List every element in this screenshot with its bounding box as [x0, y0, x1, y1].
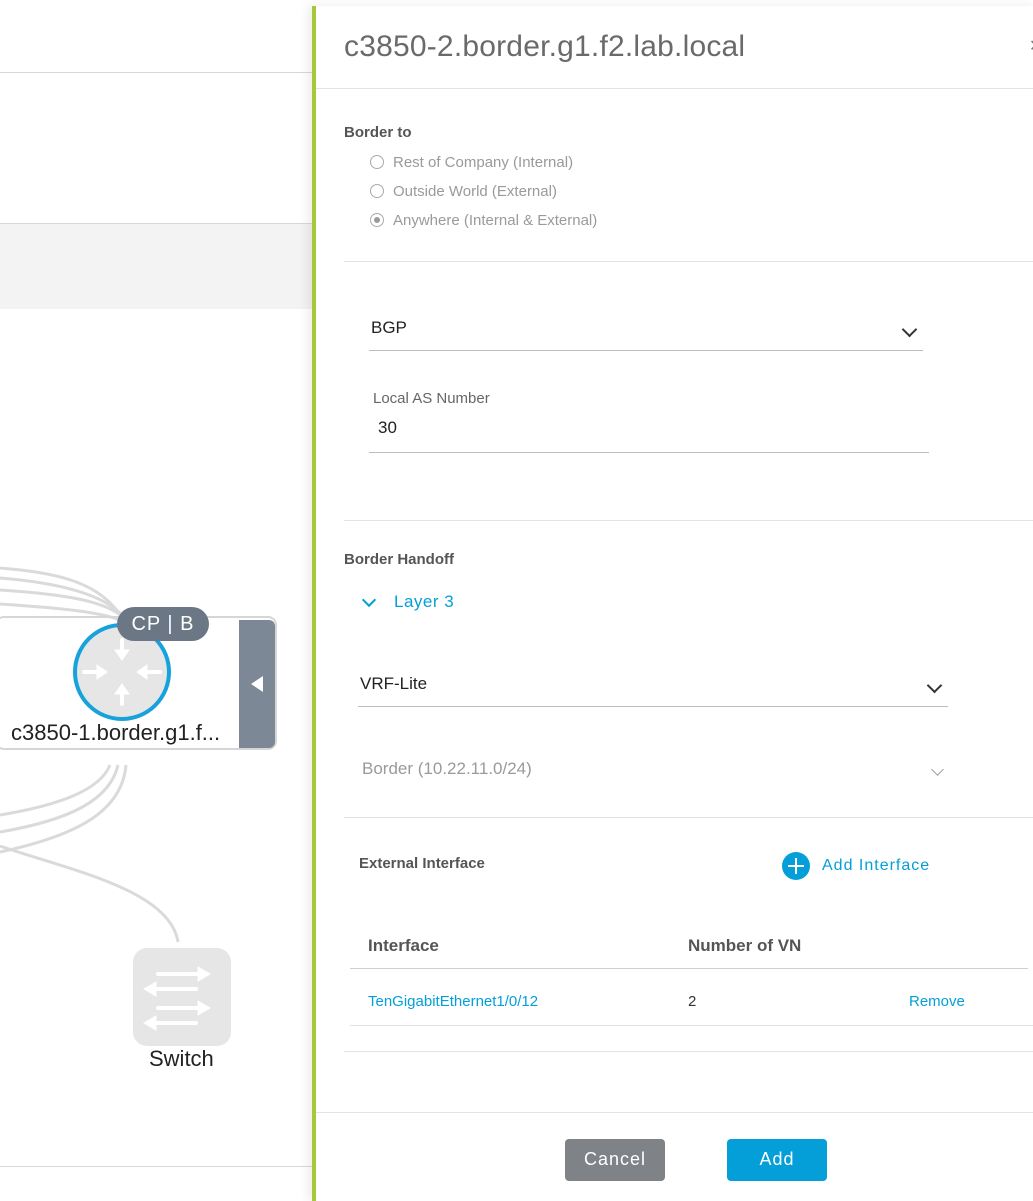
radio-circle-selected[interactable] [370, 213, 384, 227]
topology-links [0, 566, 277, 1046]
chevron-down-icon [926, 677, 943, 694]
border-pool-select: Border (10.22.11.0/24) [360, 753, 950, 791]
switch-icon [133, 948, 231, 1046]
add-interface-button[interactable]: Add Interface [782, 852, 930, 880]
radio-circle[interactable] [370, 155, 384, 169]
add-interface-label: Add Interface [822, 857, 931, 874]
divider [350, 1025, 1033, 1026]
radio-circle[interactable] [370, 184, 384, 198]
layer3-expander[interactable]: Layer 3 [361, 592, 455, 612]
node-role-badge: CP | B [117, 607, 209, 641]
external-interface-label: External Interface [359, 855, 485, 872]
topology-canvas[interactable]: CP | B c3850-1.border.g1.f... Switch [0, 0, 312, 1201]
border-pool-value: Border (10.22.11.0/24) [362, 759, 532, 778]
radio-outside-world[interactable]: Outside World (External) [370, 180, 557, 202]
chevron-down-icon [901, 321, 918, 338]
radio-rest-of-company[interactable]: Rest of Company (Internal) [370, 151, 573, 173]
divider [344, 1051, 1033, 1052]
collapse-toggle[interactable] [239, 620, 275, 748]
plus-icon [782, 852, 810, 880]
radio-label: Anywhere (Internal & External) [393, 211, 598, 229]
panel-title: c3850-2.border.g1.f2.lab.local [344, 30, 746, 63]
handoff-type-value: VRF-Lite [360, 674, 428, 693]
local-as-value: 30 [378, 418, 397, 437]
radio-anywhere[interactable]: Anywhere (Internal & External) [370, 209, 597, 231]
cancel-button[interactable]: Cancel [565, 1139, 665, 1181]
border-handoff-label: Border Handoff [344, 551, 454, 568]
chevron-down-icon [361, 592, 377, 608]
switch-node-label[interactable]: Switch [149, 1046, 214, 1072]
close-icon[interactable]: ✕ [1029, 36, 1033, 50]
divider [344, 520, 1033, 521]
local-as-input[interactable]: 30 [369, 416, 929, 453]
border-node-label[interactable]: c3850-1.border.g1.f... [11, 720, 220, 746]
column-header-interface[interactable]: Interface [368, 936, 439, 956]
caret-left-icon [251, 676, 263, 692]
radio-label: Outside World (External) [393, 182, 557, 200]
border-to-label: Border to [344, 124, 412, 141]
device-detail-panel: c3850-2.border.g1.f2.lab.local ✕ Border … [312, 6, 1033, 1201]
divider [344, 817, 1033, 818]
local-as-label: Local AS Number [373, 390, 490, 407]
divider [350, 968, 1028, 969]
add-button[interactable]: Add [727, 1139, 827, 1181]
vn-count: 2 [688, 993, 697, 1010]
column-header-vn-count[interactable]: Number of VN [688, 936, 801, 956]
handoff-type-select[interactable]: VRF-Lite [358, 668, 948, 707]
routing-protocol-value: BGP [371, 318, 407, 337]
chevron-down-icon [931, 763, 944, 776]
layer3-label: Layer 3 [394, 592, 455, 611]
routing-protocol-select[interactable]: BGP [369, 312, 923, 351]
footer-divider [316, 1112, 1033, 1113]
divider [344, 261, 1033, 262]
interface-link[interactable]: TenGigabitEthernet1/0/12 [368, 993, 538, 1010]
divider [316, 88, 1033, 89]
remove-link[interactable]: Remove [909, 993, 965, 1010]
radio-label: Rest of Company (Internal) [393, 153, 574, 171]
